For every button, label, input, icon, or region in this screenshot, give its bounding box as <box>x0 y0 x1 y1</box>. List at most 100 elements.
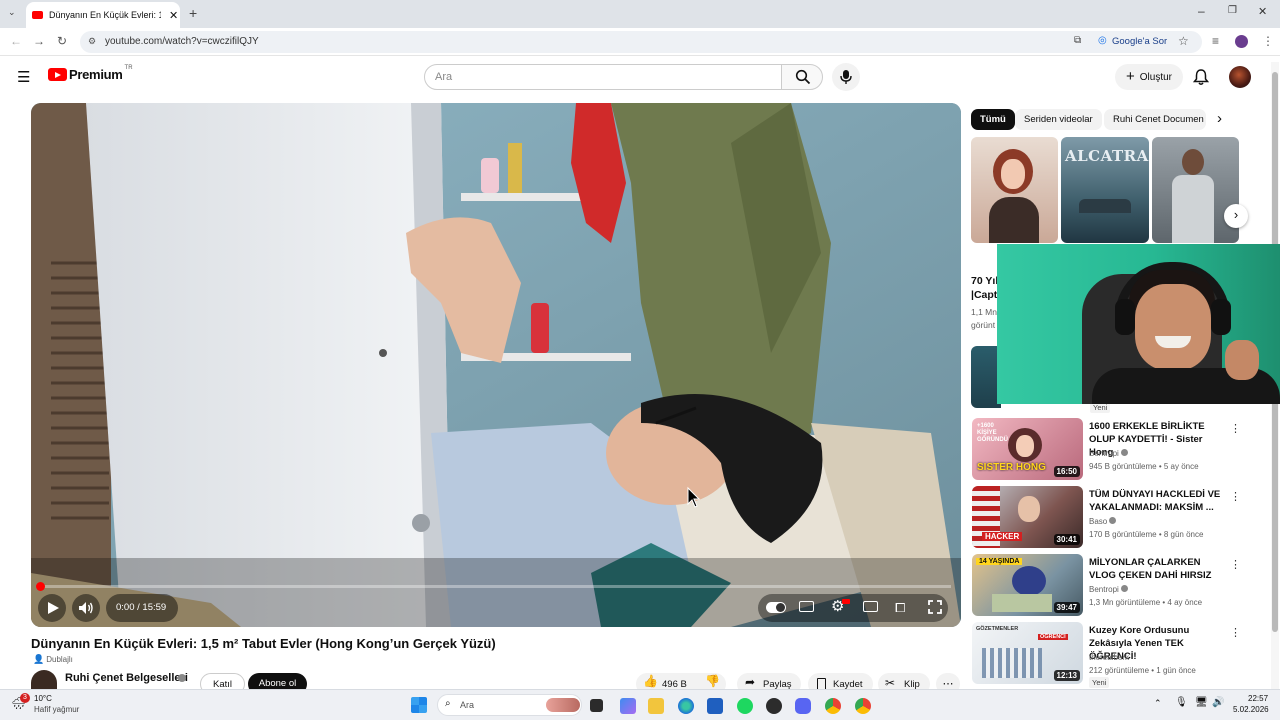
dislike-icon[interactable]: 👎 <box>705 674 720 688</box>
forward-icon[interactable]: → <box>33 34 45 48</box>
browser-menu-icon[interactable]: ⋮ <box>1262 34 1274 48</box>
search-input[interactable]: Ara <box>424 64 782 90</box>
weather-temp[interactable]: 10°C <box>34 694 52 703</box>
video-menu-icon[interactable]: ⋮ <box>1230 422 1241 435</box>
fullscreen-icon[interactable] <box>928 600 942 614</box>
taskbar-search[interactable]: ⌕ Ara <box>437 694 582 716</box>
thumb-face <box>1016 435 1034 457</box>
like-icon[interactable]: 👍 <box>643 674 658 688</box>
create-button[interactable]: + Oluştur <box>1115 64 1183 90</box>
related-thumbnail[interactable]: +1600 KİŞİYE GÖRÜNDÜ SISTER HONG 16:50 <box>972 418 1083 480</box>
reload-icon[interactable]: ↻ <box>57 34 67 48</box>
minimize-icon[interactable]: – <box>1198 4 1205 18</box>
related-channel[interactable]: Bentropi <box>1089 449 1129 458</box>
tray-overflow-icon[interactable]: ⌃ <box>1154 698 1162 709</box>
related-video-2[interactable]: HACKER 30:41 TÜM DÜNYAYI HACKLEDİ VE YAK… <box>972 486 1262 550</box>
back-icon[interactable]: ← <box>10 34 22 48</box>
video-menu-icon[interactable]: ⋮ <box>1230 490 1241 503</box>
voice-search-button[interactable] <box>832 63 860 91</box>
featured-title-line2[interactable]: |Capt <box>971 289 997 301</box>
account-avatar[interactable] <box>1229 66 1251 88</box>
subtitles-icon[interactable] <box>799 601 814 612</box>
youtube-premium-logo[interactable]: Premium TR <box>48 65 133 82</box>
channel-avatar[interactable] <box>31 670 57 690</box>
chrome-icon-2[interactable] <box>855 698 871 714</box>
widgets-icon[interactable] <box>620 698 636 714</box>
volume-tray-icon[interactable]: 🔊 <box>1212 697 1224 708</box>
weather-desc[interactable]: Hafif yağmur <box>34 705 79 714</box>
progress-scrubber[interactable] <box>36 582 45 591</box>
related-channel[interactable]: Baso <box>1089 517 1117 526</box>
bookmark-star-icon[interactable]: ☆ <box>1178 34 1189 48</box>
video-menu-icon[interactable]: ⋮ <box>1230 626 1241 639</box>
play-button[interactable] <box>38 594 66 622</box>
address-bar[interactable]: ⚙ youtube.com/watch?v=cwczifilQJY ⧉ ◎ Go… <box>80 31 1202 53</box>
related-channel-name[interactable]: Bentropi <box>1089 449 1119 458</box>
close-tab-icon[interactable]: ✕ <box>169 9 178 22</box>
related-video-1[interactable]: +1600 KİŞİYE GÖRÜNDÜ SISTER HONG 16:50 1… <box>972 418 1262 482</box>
related-video-3[interactable]: 14 YAŞINDA 39:47 MİLYONLAR ÇALARKEN VLOG… <box>972 554 1262 618</box>
chip-all[interactable]: Tümü <box>971 109 1015 130</box>
clock-date[interactable]: 5.02.2026 <box>1233 705 1269 714</box>
video-menu-icon[interactable]: ⋮ <box>1230 558 1241 571</box>
cast-icon[interactable]: ⧠ <box>895 600 905 616</box>
channel-name[interactable]: Ruhi Çenet Belgeselleri <box>65 672 188 684</box>
network-icon[interactable]: 🖥 <box>1195 697 1208 708</box>
file-explorer-icon[interactable] <box>648 698 664 714</box>
featured-thumbnail-2[interactable]: ALCATRAZ <box>1061 137 1149 243</box>
obs-icon[interactable] <box>766 698 782 714</box>
hamburger-menu-icon[interactable]: ☰ <box>17 68 30 86</box>
profile-avatar[interactable] <box>1235 35 1248 48</box>
search-button[interactable] <box>781 64 823 90</box>
play-icon <box>48 602 59 614</box>
browser-tab[interactable]: Dünyanın En Küçük Evleri: 1,5 m ✕ <box>26 2 180 28</box>
clock-time[interactable]: 22:57 <box>1248 694 1268 703</box>
video-player[interactable]: 0:00 / 15:59 ⚙ ⧠ <box>31 103 961 627</box>
related-video-4[interactable]: GÖZETMENLER ÖĞRENCİ 12:13 Kuzey Kore Ord… <box>972 622 1262 688</box>
close-window-icon[interactable]: ✕ <box>1258 5 1267 18</box>
verified-icon <box>1121 585 1129 592</box>
related-thumbnail[interactable]: 14 YAŞINDA 39:47 <box>972 554 1083 616</box>
edge-icon[interactable] <box>678 698 694 714</box>
person-voice-icon: 👤 <box>33 654 45 664</box>
reading-list-icon[interactable]: ≡ <box>1212 34 1219 48</box>
site-info-icon[interactable]: ⚙ <box>88 36 96 47</box>
related-thumbnail[interactable]: HACKER 30:41 <box>972 486 1083 548</box>
thumb-caption: HACKER <box>982 532 1023 541</box>
chrome-icon-1[interactable] <box>825 698 841 714</box>
related-channel-name[interactable]: Bentropi <box>1089 585 1119 594</box>
google-ask-button[interactable]: Google'a Sor <box>1112 36 1167 47</box>
theater-mode-icon[interactable] <box>863 601 878 612</box>
task-view-icon[interactable] <box>590 699 603 712</box>
related-thumbnail[interactable]: GÖZETMENLER ÖĞRENCİ 12:13 <box>972 622 1083 684</box>
logo-text: Premium <box>69 67 123 82</box>
featured-meta-line1: 1,1 Mn <box>971 307 997 317</box>
volume-button[interactable] <box>72 594 100 622</box>
carousel-next-button[interactable]: › <box>1224 204 1248 228</box>
microphone-icon <box>840 70 852 84</box>
related-title[interactable]: MİLYONLAR ÇALARKEN VLOG ÇEKEN DAHİ HIRSI… <box>1089 556 1229 582</box>
new-tab-icon[interactable]: + <box>189 5 197 21</box>
related-channel[interactable]: Bentropi <box>1089 585 1129 594</box>
store-icon[interactable] <box>707 698 723 714</box>
featured-thumbnail-1[interactable] <box>971 137 1058 243</box>
spotify-icon[interactable] <box>737 698 753 714</box>
featured-title-line1[interactable]: 70 Yıl <box>971 275 998 287</box>
chip-series[interactable]: Seriden videolar <box>1015 109 1102 130</box>
related-title[interactable]: TÜM DÜNYAYI HACKLEDİ VE YAKALANMADI: MAK… <box>1089 488 1229 514</box>
microphone-tray-icon[interactable]: 🎙 <box>1175 697 1188 708</box>
tab-list-chevron-icon[interactable]: ⌄ <box>8 7 16 18</box>
related-channel-name[interactable]: Baso <box>1089 517 1107 526</box>
start-windows-icon[interactable] <box>411 697 427 713</box>
actress-body <box>989 197 1039 243</box>
related-channel[interactable]: therealberk <box>1089 653 1129 662</box>
notifications-bell-icon[interactable] <box>1193 68 1209 86</box>
progress-bar[interactable] <box>41 585 951 588</box>
discord-icon[interactable] <box>795 698 811 714</box>
chips-next-icon[interactable]: › <box>1217 110 1222 127</box>
autoplay-toggle[interactable] <box>766 602 786 613</box>
restore-icon[interactable]: ❐ <box>1228 5 1237 16</box>
install-app-icon[interactable]: ⧉ <box>1074 35 1081 46</box>
featured-thumbnail-3[interactable] <box>1152 137 1239 243</box>
chip-channel[interactable]: Ruhi Cenet Documen <box>1104 109 1206 130</box>
